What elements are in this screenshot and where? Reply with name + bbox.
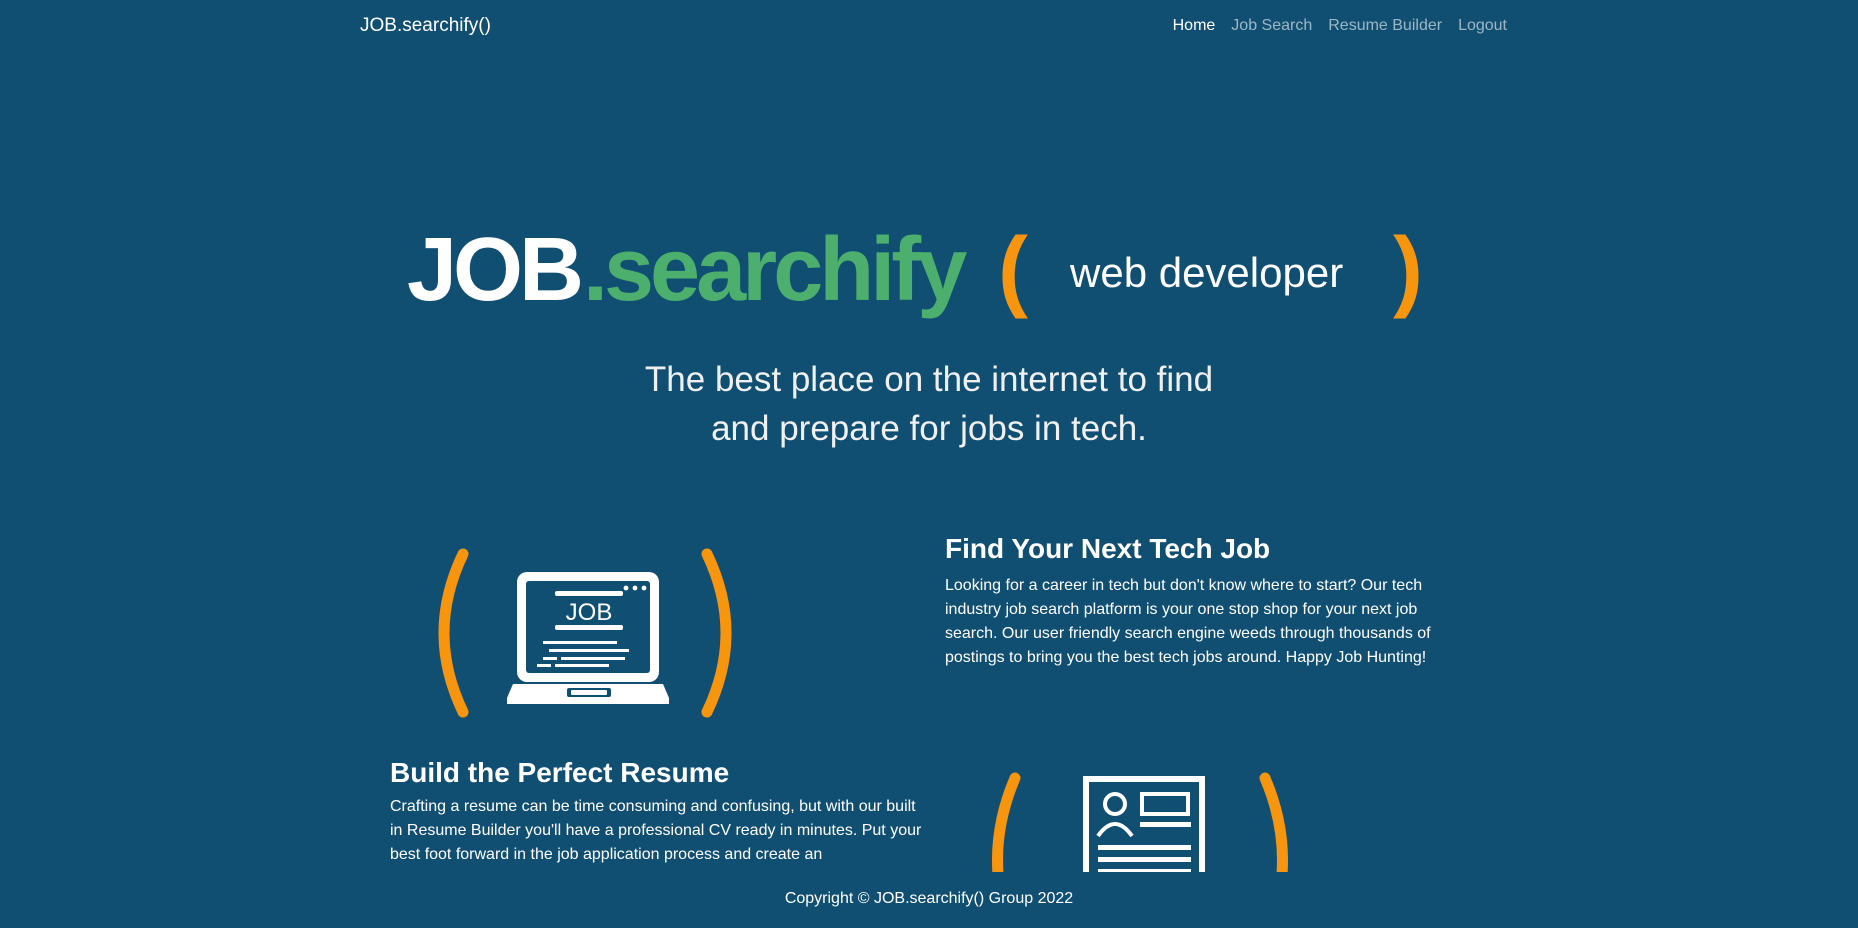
feature-resume-text: Crafting a resume can be time consuming … [390, 798, 922, 863]
hero-logo: JOB .searchify ( web developer ) [0, 220, 1858, 330]
footer-copyright: Copyright © JOB.searchify() Group 2022 [784, 890, 1074, 907]
brand-link[interactable]: JOB.searchify() [360, 15, 491, 37]
resume-icon-graphic [992, 772, 1288, 872]
nav-links: Home Job Search Resume Builder Logout [1173, 17, 1507, 35]
nav-link-resume-builder[interactable]: Resume Builder [1328, 17, 1442, 35]
feature-job-text: Looking for a career in tech but don't k… [945, 577, 1431, 666]
nav-link-logout[interactable]: Logout [1458, 17, 1507, 35]
laptop-job-icon: JOB [425, 548, 745, 718]
tagline-line-1: The best place on the internet to find [644, 360, 1214, 399]
hero-left-paren: ( [998, 220, 1028, 320]
nav-link-job-search[interactable]: Job Search [1231, 17, 1312, 35]
feature-resume-title: Build the Perfect Resume [390, 757, 730, 788]
tagline-line-2: and prepare for jobs in tech. [711, 409, 1147, 448]
footer: Copyright © JOB.searchify() Group 2022 [0, 890, 1858, 908]
navbar: JOB.searchify() Home Job Search Resume B… [0, 0, 1858, 54]
hero-typed-text: web developer [1070, 249, 1344, 296]
svg-text:JOB: JOB [566, 599, 613, 626]
nav-link-home[interactable]: Home [1173, 17, 1216, 35]
resume-icon [960, 760, 1320, 872]
logo-searchify-text: .searchify [583, 220, 967, 320]
laptop-job-icon-graphic: JOB [438, 548, 732, 718]
hero-right-paren: ) [1393, 220, 1423, 320]
feature-job-title: Find Your Next Tech Job [945, 533, 1271, 564]
tagline: The best place on the internet to find a… [0, 355, 1858, 453]
logo-job-text: JOB [407, 220, 584, 320]
feature-resume-text-clip: Crafting a resume can be time consuming … [390, 795, 930, 870]
